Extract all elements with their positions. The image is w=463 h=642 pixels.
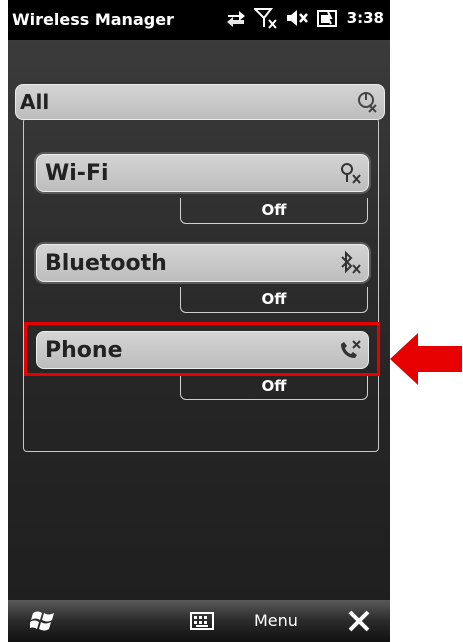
bluetooth-status: Off (180, 287, 368, 313)
status-icons[interactable]: 3:38 (225, 7, 384, 29)
app-title: Wireless Manager (12, 10, 174, 29)
all-toggle-button[interactable]: All (15, 84, 385, 120)
all-label: All (20, 90, 50, 114)
wifi-toggle-button[interactable]: Wi-Fi (36, 154, 369, 192)
phone-highlight-box (24, 322, 380, 376)
no-signal-icon (253, 8, 277, 29)
wifi-label: Wi-Fi (45, 160, 109, 186)
all-radios-off-icon (358, 92, 377, 113)
bluetooth-label: Bluetooth (45, 250, 167, 276)
bluetooth-off-icon (341, 250, 361, 274)
clock: 3:38 (346, 9, 384, 27)
close-icon[interactable] (346, 608, 372, 634)
wifi-off-icon (341, 163, 361, 184)
menu-softkey[interactable]: Menu (254, 611, 298, 630)
windows-start-icon[interactable] (30, 610, 56, 632)
wireless-manager-panel: All Wi-Fi Off Bluetooth Off Phone Off (8, 40, 390, 600)
pointer-arrow-icon (390, 333, 462, 385)
bluetooth-toggle-button[interactable]: Bluetooth (36, 244, 369, 282)
battery-charging-icon (316, 10, 337, 27)
speaker-muted-icon (286, 10, 308, 26)
phone-status: Off (180, 374, 368, 400)
status-bar: Wireless Manager 3:38 (8, 0, 390, 40)
device-screen: Wireless Manager 3:38 All Wi-Fi Off Blue… (8, 0, 390, 642)
keyboard-icon[interactable] (190, 612, 214, 630)
data-sync-icon (226, 11, 245, 27)
soft-key-bar: Menu (8, 600, 390, 642)
wifi-status: Off (180, 198, 368, 224)
